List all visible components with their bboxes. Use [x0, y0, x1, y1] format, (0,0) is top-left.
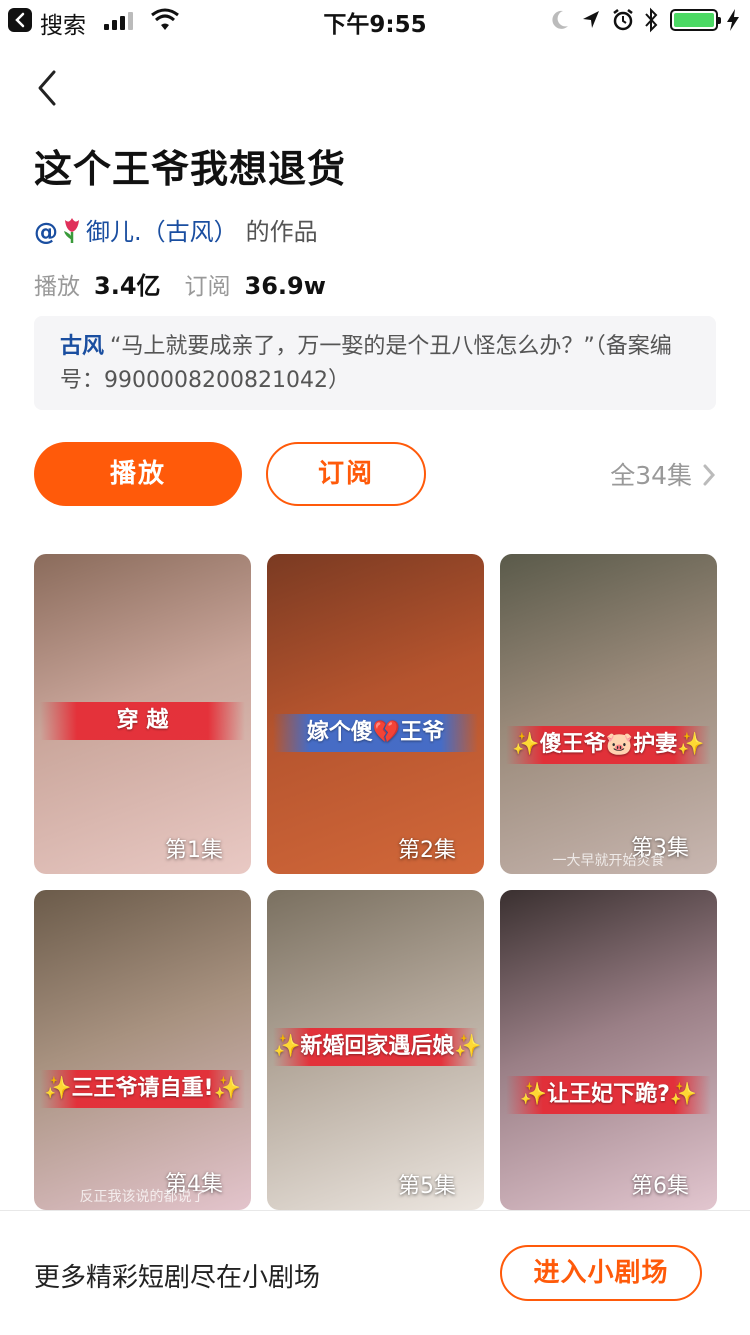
- episode-card[interactable]: ✨三王爷请自重!✨ 第4集 反正我该说的都说了: [34, 890, 251, 1210]
- subscribe-count-label: 订阅: [184, 274, 231, 300]
- author-suffix: 的作品: [245, 218, 318, 246]
- bluetooth-icon: [645, 7, 658, 33]
- status-bar: 搜索 下午9:55: [0, 0, 750, 40]
- author-line: @ 御儿.（古风） 的作品: [34, 212, 318, 247]
- episode-banner: ✨让王妃下跪?✨: [506, 1076, 711, 1114]
- author-at: @: [34, 218, 58, 246]
- chevron-right-icon: [703, 464, 716, 486]
- stats-row: 播放 3.4亿 订阅 36.9w: [34, 266, 350, 301]
- episode-card[interactable]: 穿 越 第1集: [34, 554, 251, 874]
- back-button[interactable]: [34, 68, 64, 108]
- description-box: 古风 “马上就要成亲了，万一娶的是个丑八怪怎么办？”（备案编号：990000820…: [34, 316, 716, 410]
- subscribe-count-value: 36.9w: [244, 272, 326, 300]
- description-text: “马上就要成亲了，万一娶的是个丑八怪怎么办？”（备案编号：99000082008…: [60, 334, 672, 393]
- drama-title: 这个王爷我想退货: [34, 147, 347, 191]
- footer-bar: 更多精彩短剧尽在小剧场 进入小剧场: [0, 1210, 750, 1335]
- play-count-label: 播放: [34, 274, 80, 300]
- episode-card[interactable]: ✨让王妃下跪?✨ 第6集: [500, 890, 717, 1210]
- footer-promo-text: 更多精彩短剧尽在小剧场: [34, 1263, 321, 1293]
- episode-thumbnail: [34, 890, 251, 1210]
- do-not-disturb-icon: [552, 10, 568, 29]
- episode-banner: ✨三王爷请自重!✨: [40, 1070, 245, 1108]
- charging-icon: [727, 9, 739, 31]
- battery-icon: [670, 9, 721, 31]
- author-name-link[interactable]: 御儿.（古风）: [86, 218, 238, 246]
- chevron-left-icon: [38, 70, 56, 106]
- subscribe-button[interactable]: 订阅: [266, 442, 426, 506]
- episode-label: 第5集: [398, 1174, 456, 1199]
- episode-subtitle: 一大早就开始炎食: [552, 853, 665, 869]
- genre-tag[interactable]: 古风: [60, 334, 104, 359]
- episode-banner: 嫁个傻💔王爷: [273, 714, 478, 752]
- episode-thumbnail: [500, 890, 717, 1210]
- all-episodes-link[interactable]: 全34集: [610, 456, 716, 492]
- episode-subtitle: 反正我该说的都说了: [79, 1189, 206, 1205]
- episode-card[interactable]: 嫁个傻💔王爷 第2集: [267, 554, 484, 874]
- episode-label: 第2集: [398, 838, 456, 863]
- tulip-icon: [64, 218, 79, 243]
- location-icon: [583, 11, 599, 28]
- episode-banner: ✨新婚回家遇后娘✨: [273, 1028, 482, 1066]
- alarm-icon: [613, 9, 633, 31]
- episode-banner: ✨傻王爷🐷护妻✨: [506, 726, 711, 764]
- all-episodes-label: 全34集: [610, 461, 692, 490]
- play-count-value: 3.4亿: [94, 272, 161, 300]
- enter-theater-button[interactable]: 进入小剧场: [500, 1245, 702, 1301]
- episode-label: 第6集: [631, 1174, 689, 1199]
- play-button[interactable]: 播放: [34, 442, 242, 506]
- episode-card[interactable]: ✨新婚回家遇后娘✨ 第5集: [267, 890, 484, 1210]
- status-time: 下午9:55: [323, 12, 427, 38]
- episode-label: 第1集: [165, 838, 223, 863]
- episode-card[interactable]: ✨傻王爷🐷护妻✨ 第3集 一大早就开始炎食: [500, 554, 717, 874]
- episode-thumbnail: [500, 554, 717, 874]
- episode-banner: 穿 越: [40, 702, 245, 740]
